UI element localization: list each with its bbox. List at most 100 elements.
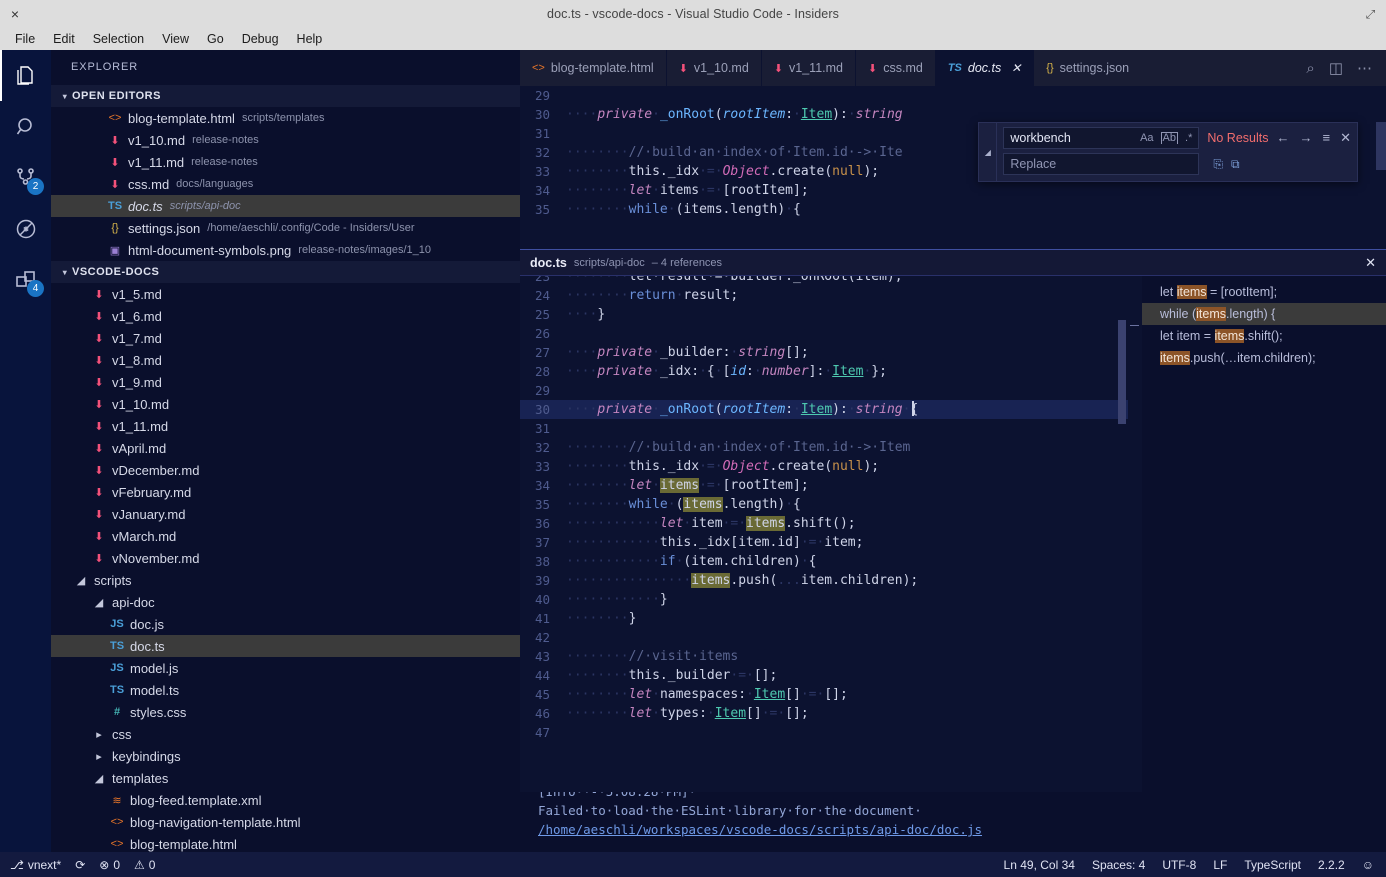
split-editor-icon[interactable]: ◫ [1329,59,1343,77]
tree-file-row[interactable]: ⬇v1_7.md [51,327,520,349]
activity-search[interactable] [0,101,51,152]
tree-file-row[interactable]: ⬇v1_10.mdrelease-notes [51,129,520,151]
tree-folder-row[interactable]: ◢api-doc [51,591,520,613]
section-vscode-docs[interactable]: ▾ VSCODE-DOCS [51,261,520,283]
tree-file-row[interactable]: ⬇css.mddocs/languages [51,173,520,195]
replace-all-icon[interactable]: ⧉ [1231,157,1240,172]
reference-item[interactable]: while (items.length) { [1142,303,1386,325]
editor-tab[interactable]: <>blog-template.html [520,50,666,86]
use-regex-icon[interactable]: .* [1185,132,1192,144]
tree-file-row[interactable]: ⬇vJanuary.md [51,503,520,525]
tree-folder-row[interactable]: ◢templates [51,767,520,789]
peek-references-list[interactable]: let items = [rootItem];while (items.leng… [1142,276,1386,792]
tree-file-row[interactable]: ⬇vMarch.md [51,525,520,547]
reference-item[interactable]: items.push(…item.children); [1142,347,1386,369]
window-maximize-button[interactable]: ⤡ [1366,7,1376,22]
status-sync[interactable]: ⟳ [75,858,85,872]
line-number: 44 [520,666,566,685]
replace-one-icon[interactable]: ⎘ [1213,157,1223,172]
previous-match-icon[interactable]: ← [1277,130,1290,146]
status-warnings[interactable]: ⚠0 [134,858,155,872]
status-errors[interactable]: ⊗0 [99,858,120,872]
tree-file-row[interactable]: ⬇v1_11.mdrelease-notes [51,151,520,173]
tree-file-row[interactable]: {}settings.json/home/aeschli/.config/Cod… [51,217,520,239]
file-name: vMarch.md [112,529,176,544]
activity-debug[interactable] [0,203,51,254]
tree-file-row[interactable]: #styles.css [51,701,520,723]
tree-file-row[interactable]: ⬇v1_8.md [51,349,520,371]
status-indentation[interactable]: Spaces: 4 [1092,858,1145,872]
menu-go[interactable]: Go [198,30,233,48]
activity-source-control[interactable]: 2 [0,152,51,203]
peek-code-pane[interactable]: 23········let·result·=·builder._onRoot(i… [520,276,1128,792]
tree-folder-row[interactable]: ◢scripts [51,569,520,591]
tree-file-row[interactable]: JSmodel.js [51,657,520,679]
open-changes-icon[interactable]: ⌕ [1306,60,1314,77]
peek-scrollbar[interactable] [1116,276,1128,792]
activity-extensions[interactable]: 4 [0,254,51,305]
code-token: ········ [566,164,629,179]
toggle-replace-icon[interactable]: ◢ [979,123,997,181]
tree-file-row[interactable]: ≋blog-feed.template.xml [51,789,520,811]
section-open-editors[interactable]: ▾ OPEN EDITORS [51,85,520,107]
match-case-icon[interactable]: Aa [1140,132,1153,144]
tab-close-icon[interactable]: ✕ [1011,61,1021,75]
reference-item[interactable]: let items = [rootItem]; [1142,281,1386,303]
menu-debug[interactable]: Debug [233,30,288,48]
tree-folder-row[interactable]: ▸css [51,723,520,745]
output-link[interactable]: /home/aeschli/workspaces/vscode-docs/scr… [538,820,1386,839]
menu-help[interactable]: Help [288,30,332,48]
tree-file-row[interactable]: ⬇v1_6.md [51,305,520,327]
menu-selection[interactable]: Selection [84,30,153,48]
tree-file-row[interactable]: ⬇v1_9.md [51,371,520,393]
line-number: 36 [520,514,566,533]
editor-tab[interactable]: {}settings.json [1033,50,1141,86]
reference-item[interactable]: let item = items.shift(); [1142,325,1386,347]
next-match-icon[interactable]: → [1300,130,1313,146]
editor-code-area[interactable]: 2930····private·_onRoot(rootItem:·Item):… [520,86,1386,792]
more-actions-icon[interactable]: ⋯ [1357,59,1372,77]
editor-tab[interactable]: ⬇v1_11.md [761,50,855,86]
tree-file-row[interactable]: TSdoc.tsscripts/api-doc [51,195,520,217]
tree-file-row[interactable]: <>blog-template.htmlscripts/templates [51,107,520,129]
tree-file-row[interactable]: ⬇v1_11.md [51,415,520,437]
tree-file-row[interactable]: ⬇vApril.md [51,437,520,459]
editor-tab[interactable]: ⬇css.md [855,50,935,86]
match-whole-word-icon[interactable]: Ab [1161,132,1178,144]
tree-file-row[interactable]: <>blog-navigation-template.html [51,811,520,833]
tree-file-row[interactable]: ⬇vDecember.md [51,459,520,481]
tree-file-row[interactable]: ▣html-document-symbols.pngrelease-notes/… [51,239,520,261]
status-cursor-position[interactable]: Ln 49, Col 34 [1004,858,1075,872]
activity-explorer[interactable] [0,50,51,101]
menu-view[interactable]: View [153,30,198,48]
editor-tab[interactable]: ⬇v1_10.md [666,50,761,86]
tree-folder-row[interactable]: ▸keybindings [51,745,520,767]
close-peek-icon[interactable]: ✕ [1365,255,1376,271]
editor-tab[interactable]: TSdoc.ts✕ [935,50,1033,86]
status-git-branch[interactable]: ⎇vnext* [10,858,61,872]
tree-file-row[interactable]: ⬇v1_10.md [51,393,520,415]
tree-file-row[interactable]: TSmodel.ts [51,679,520,701]
menu-edit[interactable]: Edit [44,30,84,48]
tree-file-row[interactable]: ⬇vFebruary.md [51,481,520,503]
code-token: items [746,516,785,531]
replace-input[interactable]: Replace [1003,153,1199,175]
code-line: 44········this._builder·=·[]; [520,666,1128,685]
tree-file-row[interactable]: ⬇vNovember.md [51,547,520,569]
tree-file-row[interactable]: TSdoc.ts [51,635,520,657]
close-find-icon[interactable]: ✕ [1340,130,1351,146]
tree-file-row[interactable]: ⬇v1_5.md [51,283,520,305]
status-typescript-version[interactable]: 2.2.2 [1318,858,1345,872]
status-eol[interactable]: LF [1213,858,1227,872]
find-in-selection-icon[interactable]: ≡ [1323,130,1331,146]
find-input[interactable]: workbench AaAb.* [1003,127,1199,149]
status-language-mode[interactable]: TypeScript [1244,858,1301,872]
editor-scrollbar[interactable] [1376,122,1386,170]
tree-file-row[interactable]: JSdoc.js [51,613,520,635]
tree-file-row[interactable]: <>blog-template.html [51,833,520,852]
find-replace-widget[interactable]: ◢ workbench AaAb.* No Results ←→≡✕ Repla… [978,122,1358,182]
status-feedback-smiley[interactable]: ☺ [1362,858,1374,872]
tab-file-icon: {} [1046,62,1053,74]
menu-file[interactable]: File [6,30,44,48]
status-encoding[interactable]: UTF-8 [1162,858,1196,872]
